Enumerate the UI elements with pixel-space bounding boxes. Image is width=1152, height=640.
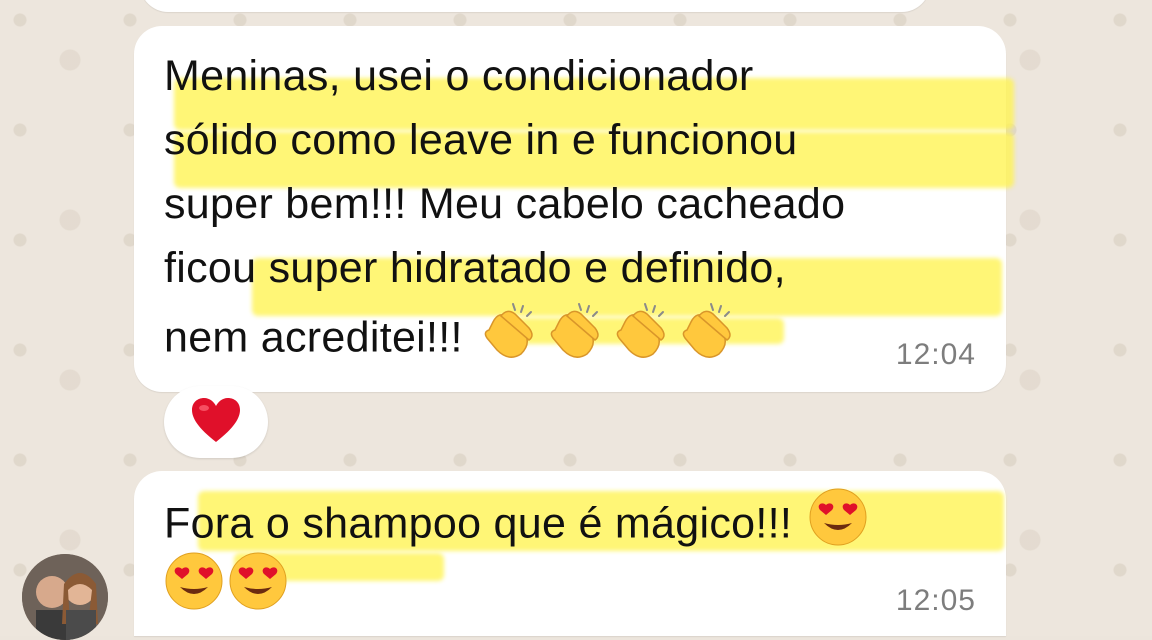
- message-reaction[interactable]: [164, 386, 268, 458]
- heart-eyes-face-icon: [228, 551, 288, 629]
- message-timestamp: 12:05: [895, 584, 976, 617]
- message-line: super bem!!! Meu cabelo cacheado: [164, 180, 846, 228]
- message-bubble[interactable]: Meninas, usei o condicionador sólido com…: [134, 26, 1014, 392]
- message-timestamp: 12:04: [895, 338, 976, 371]
- clapping-hands-icon: [677, 300, 739, 380]
- heart-eyes-face-icon: [808, 487, 868, 565]
- message-line: nem acreditei!!!: [164, 300, 845, 364]
- message-line-text: Fora o shampoo que é mágico!!!: [164, 499, 793, 548]
- clapping-hands-icon: [479, 300, 541, 380]
- message-line-text: nem acreditei!!!: [164, 313, 463, 362]
- clapping-hands-icon: [611, 300, 673, 380]
- message-line: sólido como leave in e funcionou: [164, 116, 798, 164]
- heart-eyes-face-icon: [164, 551, 224, 629]
- message-line: Meninas, usei o condicionador: [164, 52, 754, 100]
- message-line: Fora o shampoo que é mágico!!!: [164, 487, 868, 551]
- red-heart-icon: [190, 396, 242, 449]
- message-line: ficou super hidratado e definido,: [164, 244, 786, 292]
- clapping-hands-icon: [545, 300, 607, 380]
- message-text: Meninas, usei o condicionador sólido com…: [164, 44, 845, 364]
- message-text: Fora o shampoo que é mágico!!!: [164, 487, 868, 615]
- message-bubble[interactable]: Fora o shampoo que é mágico!!! 12:05: [134, 471, 1006, 636]
- message-line: [164, 551, 868, 615]
- sender-avatar[interactable]: [22, 554, 108, 640]
- previous-message-bubble[interactable]: [140, 0, 930, 12]
